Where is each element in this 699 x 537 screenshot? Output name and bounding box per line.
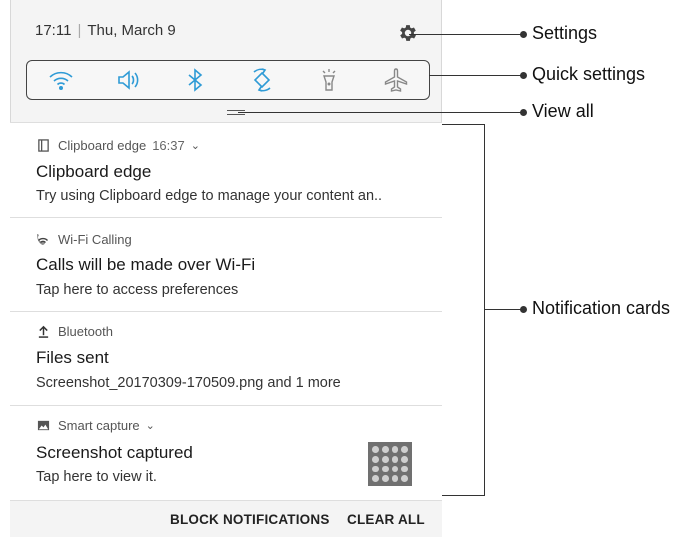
notification-card[interactable]: Wi-Fi Calling Calls will be made over Wi… xyxy=(10,217,442,311)
bluetooth-icon[interactable] xyxy=(181,66,209,94)
cards-bracket-top xyxy=(442,124,484,125)
card-title: Files sent xyxy=(36,348,109,367)
card-body: Tap here to view it. xyxy=(36,469,157,485)
status-separator: | xyxy=(77,22,82,39)
card-header: Wi-Fi Calling xyxy=(36,232,132,247)
upload-icon xyxy=(36,325,50,339)
clear-all-button[interactable]: CLEAR ALL xyxy=(347,512,425,527)
view-all-callout-dot xyxy=(520,109,527,116)
settings-callout-line xyxy=(409,34,523,35)
flashlight-icon[interactable] xyxy=(315,66,343,94)
cards-bracket-bottom xyxy=(442,495,484,496)
card-body: Tap here to access preferences xyxy=(36,282,239,298)
notification-card[interactable]: Smart capture ⌄ Screenshot captured Tap … xyxy=(10,405,442,500)
card-title: Screenshot captured xyxy=(36,443,193,462)
card-header: Smart capture ⌄ xyxy=(36,418,155,433)
card-title: Calls will be made over Wi-Fi xyxy=(36,255,256,274)
card-header: Bluetooth xyxy=(36,324,113,339)
card-app-name: Bluetooth xyxy=(58,324,113,339)
notification-cards-callout-label: Notification cards xyxy=(532,298,671,318)
status-date: Thu, March 9 xyxy=(87,22,176,39)
status-time: 17:11 xyxy=(35,22,72,39)
notification-card[interactable]: Clipboard edge 16:37 ⌄ Clipboard edge Tr… xyxy=(10,122,442,217)
cards-callout-line xyxy=(484,309,523,310)
clipboard-icon xyxy=(36,139,50,153)
settings-callout-label: Settings xyxy=(532,23,598,43)
card-app-name: Wi-Fi Calling xyxy=(58,232,132,247)
quick-settings-callout-line xyxy=(429,75,523,76)
status-row: 17:11 | Thu, March 9 xyxy=(35,22,176,39)
settings-callout-dot xyxy=(520,31,527,38)
cards-bracket-vertical xyxy=(484,124,485,496)
airplane-mode-icon[interactable] xyxy=(382,66,410,94)
quick-settings-callout-label: Quick settings xyxy=(532,64,646,84)
card-body: Screenshot_20170309-170509.png and 1 mor… xyxy=(36,375,341,391)
card-title: Clipboard edge xyxy=(36,162,152,181)
quick-settings-bar xyxy=(26,60,430,100)
card-app-name: Clipboard edge xyxy=(58,138,147,153)
wifi-icon[interactable] xyxy=(47,66,75,94)
quick-settings-callout-dot xyxy=(520,72,527,79)
card-header: Clipboard edge 16:37 ⌄ xyxy=(36,138,200,153)
card-body: Try using Clipboard edge to manage your … xyxy=(36,188,383,204)
auto-rotate-icon[interactable] xyxy=(248,66,276,94)
notification-footer: BLOCK NOTIFICATIONS CLEAR ALL xyxy=(10,500,442,537)
sound-icon[interactable] xyxy=(114,66,142,94)
block-notifications-button[interactable]: BLOCK NOTIFICATIONS xyxy=(170,512,330,527)
cards-callout-dot xyxy=(520,306,527,313)
card-app-name: Smart capture xyxy=(58,418,140,433)
image-icon xyxy=(36,419,50,433)
wifi-calling-icon xyxy=(36,233,50,247)
view-all-callout-label: View all xyxy=(532,101,594,121)
view-all-callout-line xyxy=(238,112,523,113)
chevron-down-icon[interactable]: ⌄ xyxy=(146,419,155,432)
card-time: 16:37 xyxy=(152,138,185,153)
gear-icon[interactable] xyxy=(397,22,419,44)
chevron-down-icon[interactable]: ⌄ xyxy=(191,139,200,152)
notification-card[interactable]: Bluetooth Files sent Screenshot_20170309… xyxy=(10,311,442,405)
screenshot-thumbnail[interactable] xyxy=(368,442,412,486)
